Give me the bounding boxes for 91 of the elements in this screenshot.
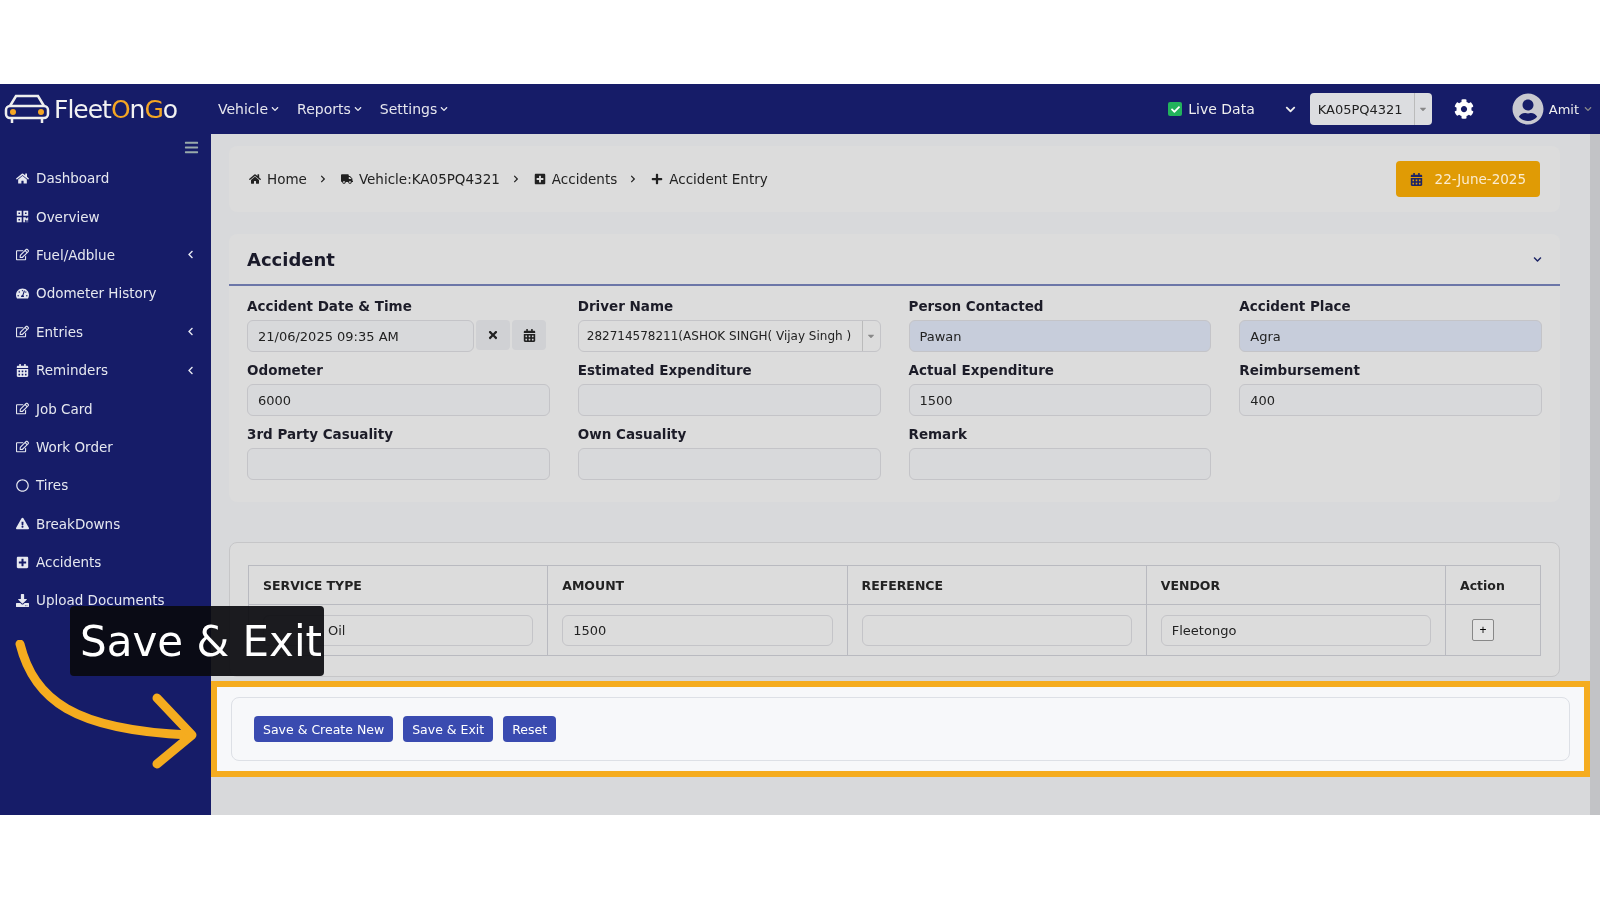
input-field[interactable] xyxy=(908,448,1212,480)
clear-button[interactable] xyxy=(476,320,511,350)
calendar-icon xyxy=(1409,172,1423,186)
edit-icon xyxy=(16,440,29,454)
field-label: Accident Place xyxy=(1239,298,1352,314)
date-badge: 22-June-2025 xyxy=(1395,161,1540,197)
warning-icon xyxy=(16,517,29,531)
breadcrumb-link[interactable]: Accidents xyxy=(551,171,618,187)
chevron-down-icon xyxy=(1584,105,1592,113)
breadcrumb-link[interactable]: Home xyxy=(267,171,307,187)
card-title: Accident xyxy=(247,248,336,270)
date-time-field[interactable]: 21/06/2025 09:35 AM xyxy=(247,320,475,352)
column-header: AMOUNT xyxy=(547,565,847,605)
field-label: Reimbursement xyxy=(1239,362,1361,378)
sidebar-item[interactable]: Fuel/Adblue xyxy=(0,235,211,275)
home-icon xyxy=(16,171,29,185)
sidebar-item[interactable]: Work Order xyxy=(0,427,211,467)
input-field[interactable]: Fleetongo xyxy=(1160,614,1431,646)
plus-icon xyxy=(651,173,664,185)
chevron-down-icon xyxy=(271,105,280,113)
chevron-right-icon xyxy=(318,175,327,183)
column-header: SERVICE TYPE xyxy=(248,565,548,605)
input-field[interactable] xyxy=(577,448,881,480)
action-button[interactable]: Save & Create New xyxy=(254,716,394,742)
edit-icon xyxy=(16,248,29,262)
field-label: Actual Expenditure xyxy=(908,362,1055,378)
add-row-button[interactable]: + xyxy=(1472,619,1494,641)
action-button[interactable]: Save & Exit xyxy=(403,716,494,742)
field-label: Estimated Expenditure xyxy=(577,362,753,378)
input-field[interactable]: Pawan xyxy=(908,320,1212,352)
input-field[interactable] xyxy=(577,384,881,416)
download-icon xyxy=(16,594,29,607)
nav-menu[interactable]: Vehicle xyxy=(216,97,282,121)
field-label: Person Contacted xyxy=(908,298,1045,314)
nav-menu[interactable]: Reports xyxy=(295,97,364,121)
breadcrumb-link[interactable]: Accident Entry xyxy=(669,171,768,187)
fleetongo-logo: FleetOnGo xyxy=(54,94,178,124)
field-label: 3rd Party Casuality xyxy=(247,426,394,442)
column-header: Action xyxy=(1445,565,1541,605)
input-field[interactable]: Agra xyxy=(1239,320,1542,352)
sidebar-item[interactable]: Dashboard xyxy=(0,159,211,198)
action-button[interactable]: Reset xyxy=(503,716,557,742)
breadcrumb-link[interactable]: Vehicle:KA05PQ4321 xyxy=(358,171,500,187)
sidebar-item[interactable]: Job Card xyxy=(0,389,211,428)
truck-icon xyxy=(340,173,353,185)
sidebar-item[interactable]: Odometer History xyxy=(0,274,211,313)
car-logo-icon xyxy=(4,92,50,126)
check-icon xyxy=(1170,104,1180,114)
calendar-button[interactable] xyxy=(512,320,547,350)
field-label: Own Casuality xyxy=(577,426,688,442)
input-field[interactable]: 1500 xyxy=(908,384,1212,416)
close-icon xyxy=(487,329,500,341)
input-field[interactable]: 1500 xyxy=(562,614,833,646)
sidebar-item[interactable]: Tires xyxy=(0,466,211,505)
input-field[interactable]: 6000 xyxy=(247,384,550,416)
edit-icon xyxy=(16,325,29,339)
sidebar-item[interactable]: BreakDowns xyxy=(0,504,211,543)
input-field[interactable]: 400 xyxy=(1239,384,1542,416)
chevron-down-icon xyxy=(440,105,449,113)
sidebar-item[interactable]: Accidents xyxy=(0,542,211,582)
save-exit-tooltip: Save & Exit xyxy=(70,606,324,676)
field-label: Odometer xyxy=(247,362,324,378)
user-menu[interactable]: Amit xyxy=(1511,93,1592,125)
nav-menu[interactable]: Settings xyxy=(377,97,451,121)
collapse-icon[interactable] xyxy=(1533,254,1542,264)
column-header: VENDOR xyxy=(1146,565,1446,605)
gauge-icon xyxy=(16,286,29,300)
calendar-icon xyxy=(522,328,536,342)
sidebar-item[interactable]: Overview xyxy=(0,197,211,236)
qr-code-icon xyxy=(16,210,29,224)
home-icon xyxy=(249,173,261,185)
driver-select[interactable]: 282714578211(ASHOK SINGH( Vijay Singh ) xyxy=(577,320,881,352)
input-field[interactable] xyxy=(861,614,1132,646)
edit-icon xyxy=(16,402,29,416)
input-field[interactable] xyxy=(247,448,550,480)
field-label: Accident Date & Time xyxy=(247,298,413,314)
menu-icon[interactable] xyxy=(184,140,199,155)
user-name: Amit xyxy=(1548,101,1579,117)
calendar-icon xyxy=(16,363,29,377)
column-header: REFERENCE xyxy=(847,565,1147,605)
vehicle-select[interactable]: KA05PQ4321 xyxy=(1309,93,1432,125)
chevron-right-icon xyxy=(511,175,520,183)
settings-icon[interactable] xyxy=(1453,99,1474,119)
chevron-down-icon xyxy=(353,105,362,113)
field-label: Driver Name xyxy=(577,298,675,314)
avatar-icon xyxy=(1511,93,1544,125)
live-data-checkbox[interactable]: Live Data xyxy=(1168,101,1255,117)
field-label: Remark xyxy=(908,426,968,442)
chevron-right-icon xyxy=(629,175,638,183)
sidebar-item[interactable]: Entries xyxy=(0,312,211,351)
sidebar-item[interactable]: Reminders xyxy=(0,350,211,390)
